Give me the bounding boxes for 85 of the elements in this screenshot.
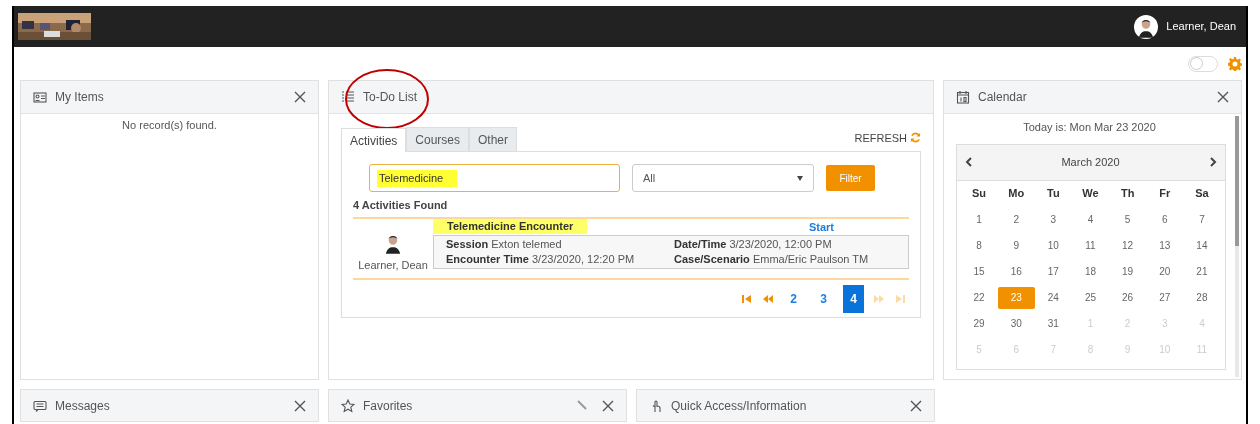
calendar-day[interactable]: 14 [1196, 238, 1208, 253]
type-select[interactable]: All [632, 164, 814, 192]
previous-month-icon[interactable] [964, 157, 973, 167]
calendar-day[interactable]: 8 [976, 238, 982, 253]
calendar-day[interactable]: 2 [1013, 212, 1019, 227]
calendar-day[interactable]: 20 [1159, 264, 1171, 279]
calendar-day[interactable]: 4 [1087, 212, 1094, 227]
first-page-icon[interactable] [741, 293, 753, 305]
calendar-day[interactable]: 24 [1047, 290, 1059, 305]
calendar-day[interactable]: 17 [1047, 264, 1059, 279]
panel-title: Calendar [978, 89, 1028, 106]
close-icon[interactable] [910, 399, 922, 412]
page-button[interactable]: 4 [843, 285, 864, 313]
panel-title: Favorites [363, 397, 414, 415]
calendar-day[interactable]: 21 [1196, 264, 1208, 279]
weekday-label: Fr [1158, 186, 1172, 202]
calendar-icon [956, 90, 970, 104]
results-count: 4 Activities Found [353, 198, 449, 213]
start-link[interactable]: Start [808, 218, 834, 235]
tab[interactable]: Other [469, 127, 518, 151]
calendar-day[interactable]: 16 [1010, 264, 1022, 279]
calendar-day[interactable]: 25 [1084, 290, 1097, 305]
learner-name: Learner, Dean [358, 257, 428, 273]
user-avatar [1134, 14, 1159, 39]
calendar-day[interactable]: 1 [976, 212, 982, 227]
calendar-day[interactable]: 13 [1159, 238, 1171, 253]
weekday-label: We [1081, 186, 1100, 202]
activity-title[interactable]: Telemedicine Encounter [433, 219, 588, 235]
page-button[interactable]: 2 [783, 285, 804, 313]
refresh-button[interactable]: REFRESH [854, 129, 921, 146]
panel-title: Messages [55, 397, 111, 415]
panel-title: My Items [55, 89, 105, 106]
calendar-day[interactable]: 10 [1047, 238, 1059, 253]
panel-title: To-Do List [363, 89, 419, 106]
toggle-switch[interactable] [1188, 55, 1218, 72]
dropdown-icon [797, 175, 803, 181]
calendar-day[interactable]: 19 [1122, 264, 1134, 279]
calendar-day[interactable]: 15 [973, 264, 985, 279]
calendar-day[interactable]: 30 [1010, 316, 1022, 331]
calendar-day[interactable]: 26 [1122, 290, 1134, 305]
close-icon[interactable] [294, 91, 306, 103]
calendar-day[interactable]: 28 [1196, 290, 1208, 305]
refresh-icon [910, 132, 921, 144]
calendar-day[interactable]: 5 [1124, 212, 1131, 227]
empty-message: No record(s) found. [122, 118, 217, 133]
previous-page-icon[interactable] [762, 293, 774, 305]
weekday-label: Sa [1194, 186, 1210, 202]
message-icon [33, 398, 47, 413]
calendar-day[interactable]: 6 [1162, 212, 1168, 227]
tab[interactable]: Activities [341, 128, 407, 152]
calendar-day[interactable]: 7 [1199, 212, 1205, 227]
detail-text: Case/Scenario Emma/Eric Paulson TM [674, 252, 870, 267]
weekday-label: Mo [1007, 186, 1026, 202]
weekday-label: Th [1119, 186, 1136, 202]
today-text: Today is: Mon Mar 23 2020 [1023, 120, 1156, 135]
close-icon[interactable] [1217, 91, 1229, 103]
calendar-day[interactable]: 22 [973, 290, 985, 305]
calendar-day[interactable]: 3 [1050, 212, 1057, 227]
page-button[interactable]: 3 [813, 285, 834, 313]
close-icon[interactable] [602, 399, 614, 412]
scrollbar[interactable] [1235, 116, 1239, 377]
list-icon [341, 90, 355, 104]
detail-text: Date/Time 3/23/2020, 12:00 PM [674, 237, 833, 252]
calendar-day[interactable]: 18 [1084, 264, 1097, 279]
weekday-label: Tu [1046, 186, 1061, 202]
search-field[interactable]: Telemedicine [369, 164, 620, 192]
star-icon [341, 398, 355, 413]
calendar-day[interactable]: 9 [1013, 238, 1019, 253]
calendar-day[interactable]: 12 [1122, 238, 1134, 253]
close-icon[interactable] [294, 399, 306, 412]
tab[interactable]: Courses [406, 127, 470, 151]
panel-title: Quick Access/Information [671, 397, 808, 415]
user-name[interactable]: Learner, Dean [1166, 18, 1236, 35]
pencil-icon[interactable] [577, 400, 588, 411]
calendar-day[interactable]: 31 [1047, 316, 1059, 331]
weekday-label: Su [971, 186, 988, 202]
settings-icon[interactable] [1228, 56, 1242, 71]
id-card-icon [33, 90, 47, 104]
detail-text: Encounter Time 3/23/2020, 12:20 PM [446, 252, 636, 267]
calendar-day[interactable]: 11 [1085, 238, 1096, 253]
next-month-icon[interactable] [1208, 157, 1217, 167]
calendar-day[interactable]: 27 [1159, 290, 1171, 305]
calendar-day[interactable]: 29 [973, 316, 985, 331]
detail-text: Session Exton telemed [446, 237, 563, 252]
month-title: March 2020 [1060, 154, 1121, 170]
